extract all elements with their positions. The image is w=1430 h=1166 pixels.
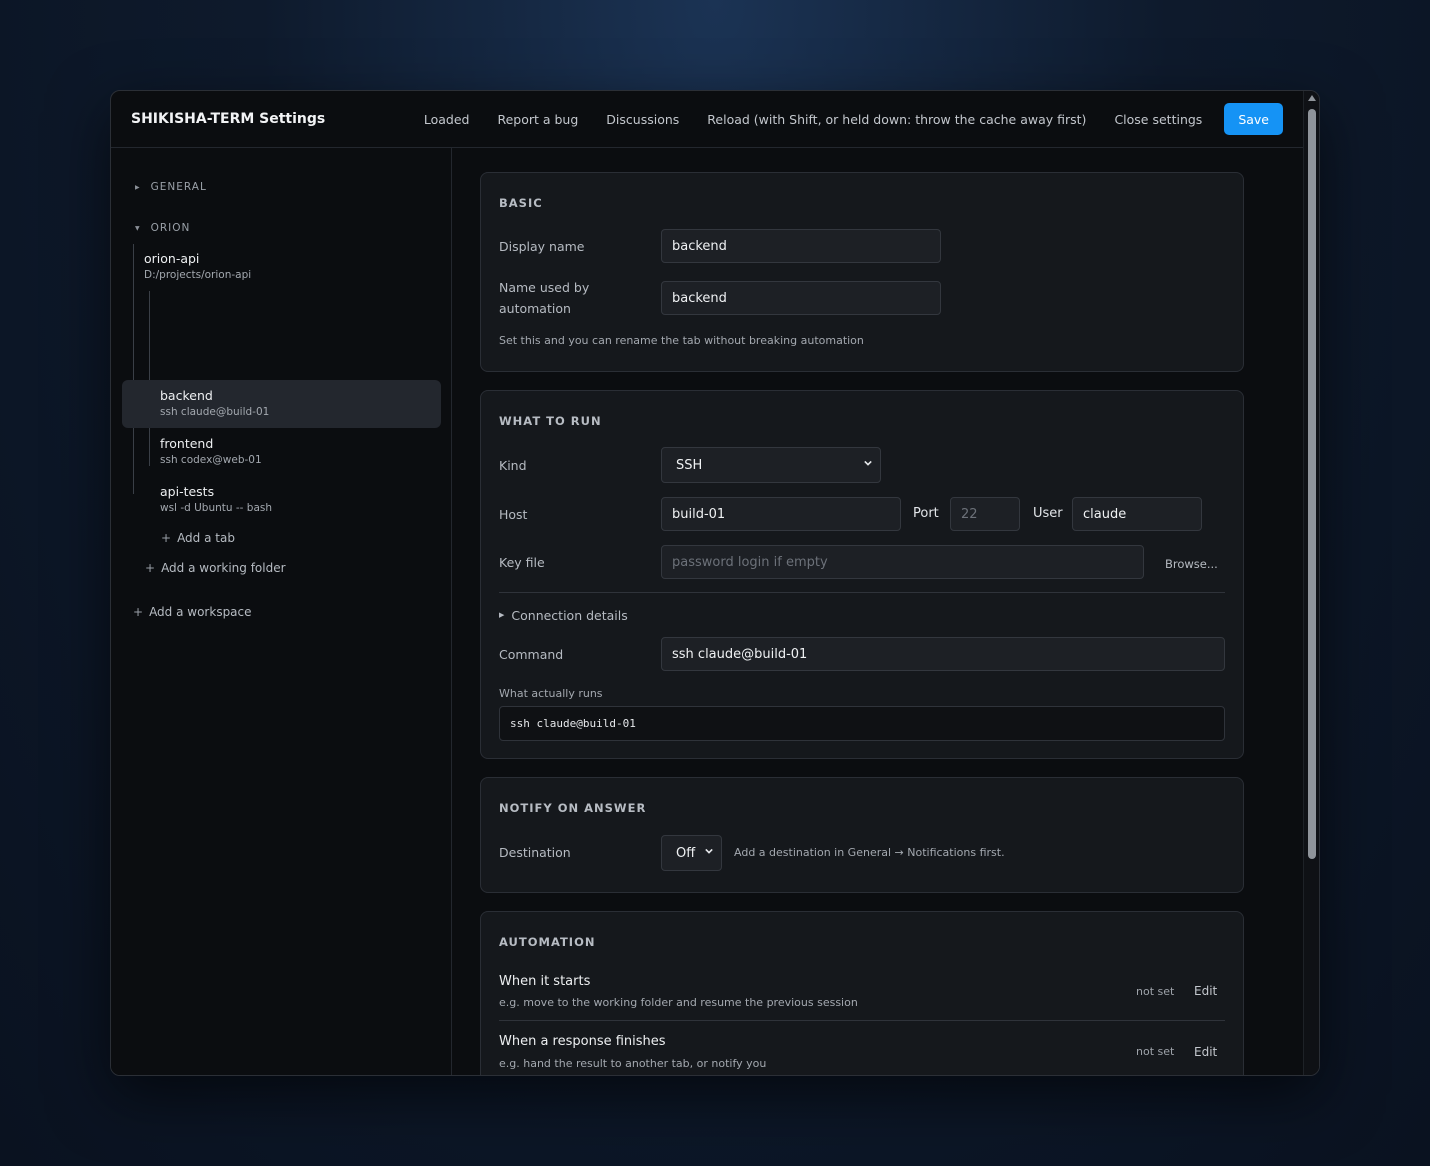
automation-item-sub: e.g. move to the working folder and resu…	[499, 996, 858, 1009]
loaded-link[interactable]: Loaded	[424, 112, 470, 127]
automation-item-sub: e.g. hand the result to another tab, or …	[499, 1057, 767, 1070]
actual-runs-code: ssh claude@build-01	[499, 706, 1225, 741]
tab-command: ssh codex@web-01	[160, 454, 262, 466]
chevron-down-icon	[705, 848, 713, 854]
close-settings-link[interactable]: Close settings	[1114, 112, 1202, 127]
automation-item-title: When a response finishes	[499, 1034, 666, 1049]
kind-value: SSH	[676, 457, 703, 473]
plus-icon: +	[161, 531, 172, 545]
automation-name-label: Name used by automation	[499, 280, 590, 316]
automation-item-status: not set	[1136, 985, 1175, 998]
destination-value: Off	[676, 845, 696, 861]
discussions-link[interactable]: Discussions	[606, 112, 679, 127]
tab-name: frontend	[160, 436, 214, 451]
destination-select[interactable]: Off	[661, 835, 722, 871]
browse-button[interactable]: Browse...	[1165, 557, 1218, 571]
what-to-run-card: WHAT TO RUN Kind SSH Host build-01 Port …	[480, 390, 1244, 759]
destination-label: Destination	[499, 845, 571, 860]
command-label: Command	[499, 647, 564, 662]
kind-select[interactable]: SSH	[661, 447, 881, 483]
port-input[interactable]: 22	[950, 497, 1020, 531]
add-workspace-label: Add a workspace	[149, 605, 252, 619]
automation-name-input[interactable]: backend	[661, 281, 941, 315]
main-scrollbar[interactable]	[1303, 91, 1319, 1075]
sidebar: ▶ GENERAL ▼ ORION orion-api D:/projects/…	[111, 148, 452, 1075]
user-label: User	[1033, 506, 1063, 521]
chevron-down-icon	[864, 460, 872, 466]
scroll-up-icon[interactable]	[1308, 95, 1316, 101]
app-title: SHIKISHA-TERM Settings	[131, 111, 326, 127]
settings-header: SHIKISHA-TERM Settings Loaded Report a b…	[111, 91, 1303, 148]
add-tab-link[interactable]: + Add a tab	[161, 531, 235, 545]
add-folder-link[interactable]: + Add a working folder	[145, 561, 286, 575]
user-input[interactable]: claude	[1072, 497, 1202, 531]
report-bug-link[interactable]: Report a bug	[497, 112, 578, 127]
connection-details-label: Connection details	[511, 608, 628, 623]
run-divider	[499, 592, 1225, 593]
scroll-thumb[interactable]	[1308, 109, 1316, 859]
what-to-run-title: WHAT TO RUN	[499, 414, 602, 428]
group-general-label: GENERAL	[150, 181, 207, 193]
group-orion-label: ORION	[150, 222, 191, 234]
tab-item-api-tests[interactable]: api-tests wsl -d Ubuntu -- bash	[122, 476, 441, 524]
notify-card: NOTIFY ON ANSWER Destination Off Add a d…	[480, 777, 1244, 893]
plus-icon: +	[145, 561, 156, 575]
port-label: Port	[913, 506, 939, 521]
save-button[interactable]: Save	[1224, 103, 1283, 135]
basic-hint: Set this and you can rename the tab with…	[499, 334, 864, 347]
connection-details-toggle[interactable]: ▶ Connection details	[499, 605, 628, 626]
settings-main: BASIC Display name backend Name used by …	[452, 148, 1303, 1075]
tab-command: wsl -d Ubuntu -- bash	[160, 502, 273, 514]
tab-item-backend[interactable]: backend ssh claude@build-01	[122, 380, 441, 428]
kind-label: Kind	[499, 458, 527, 473]
expanded-triangle-icon: ▼	[135, 224, 141, 232]
folder-name: orion-api	[144, 251, 200, 266]
folder-path: D:/projects/orion-api	[144, 269, 252, 281]
notify-title: NOTIFY ON ANSWER	[499, 801, 647, 815]
group-general[interactable]: ▶ GENERAL	[135, 181, 207, 193]
display-name-label: Display name	[499, 239, 585, 254]
command-input[interactable]: ssh claude@build-01	[661, 637, 1225, 671]
display-name-input[interactable]: backend	[661, 229, 941, 263]
add-workspace-link[interactable]: + Add a workspace	[133, 605, 252, 619]
tab-name: api-tests	[160, 484, 215, 499]
automation-edit-button[interactable]: Edit	[1194, 1045, 1217, 1059]
tab-command: ssh claude@build-01	[160, 406, 270, 418]
tab-name: backend	[160, 388, 213, 403]
automation-item-status: not set	[1136, 1045, 1175, 1058]
collapsed-triangle-icon: ▶	[135, 183, 141, 191]
folder-orion-api[interactable]: orion-api D:/projects/orion-api	[144, 251, 251, 281]
host-label: Host	[499, 507, 528, 522]
collapsed-triangle-icon: ▶	[499, 611, 505, 619]
add-tab-label: Add a tab	[177, 531, 235, 545]
group-orion[interactable]: ▼ ORION	[135, 222, 190, 234]
header-links: Loaded Report a bug Discussions Reload (…	[424, 103, 1283, 135]
automation-item-title: When it starts	[499, 974, 591, 989]
destination-hint: Add a destination in General → Notificat…	[734, 846, 1005, 859]
reload-link[interactable]: Reload (with Shift, or held down: throw …	[707, 112, 1086, 127]
actual-runs-label: What actually runs	[499, 687, 603, 700]
keyfile-label: Key file	[499, 555, 545, 570]
basic-title: BASIC	[499, 196, 543, 210]
add-folder-label: Add a working folder	[161, 561, 286, 575]
basic-card: BASIC Display name backend Name used by …	[480, 172, 1244, 372]
host-input[interactable]: build-01	[661, 497, 901, 531]
automation-edit-button[interactable]: Edit	[1194, 984, 1217, 998]
tab-item-frontend[interactable]: frontend ssh codex@web-01	[122, 428, 441, 476]
automation-divider	[499, 1020, 1225, 1021]
automation-title: AUTOMATION	[499, 935, 596, 949]
keyfile-input[interactable]: password login if empty	[661, 545, 1144, 579]
plus-icon: +	[133, 605, 144, 619]
settings-window: SHIKISHA-TERM Settings Loaded Report a b…	[110, 90, 1320, 1076]
automation-card: AUTOMATION When it starts e.g. move to t…	[480, 911, 1244, 1075]
